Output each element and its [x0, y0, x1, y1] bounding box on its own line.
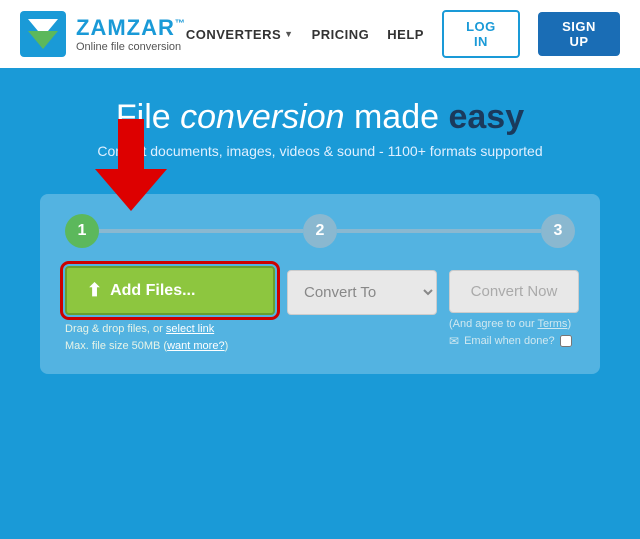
logo-name: ZAMZAR™ [76, 15, 186, 41]
step-2-box: Convert To [287, 266, 437, 315]
step-line-2 [337, 229, 541, 233]
signup-button[interactable]: SIGN UP [538, 12, 620, 56]
email-row: ✉ Email when done? [449, 334, 572, 348]
steps-content: ⬆ Add Files... Drag & drop files, or sel… [65, 266, 575, 354]
step-1-circle: 1 [65, 214, 99, 248]
step-3-circle: 3 [541, 214, 575, 248]
login-button[interactable]: LOG IN [442, 10, 520, 58]
logo-text: ZAMZAR™ Online file conversion [76, 15, 186, 53]
step-line-1 [99, 229, 303, 233]
nav-pricing-link[interactable]: PRICING [312, 27, 370, 42]
arrow-body [118, 119, 144, 169]
step-2-circle: 2 [303, 214, 337, 248]
zamzar-logo-icon [20, 11, 66, 57]
logo-area: ZAMZAR™ Online file conversion [20, 11, 186, 57]
terms-link[interactable]: Terms [537, 318, 567, 330]
nav-converters-link[interactable]: CONVERTERS ▼ [186, 27, 294, 42]
convert-to-select[interactable]: Convert To [287, 270, 437, 315]
email-when-done-label: Email when done? [464, 335, 555, 347]
nav-links: CONVERTERS ▼ PRICING HELP LOG IN SIGN UP [186, 10, 620, 58]
upload-icon: ⬆ [87, 280, 102, 301]
drag-drop-text: Drag & drop files, or select link Max. f… [65, 321, 228, 354]
chevron-down-icon: ▼ [284, 29, 293, 39]
logo-tagline: Online file conversion [76, 41, 186, 53]
arrow-head [95, 169, 167, 211]
red-arrow [95, 119, 167, 211]
select-link[interactable]: select link [166, 323, 214, 335]
email-checkbox[interactable] [560, 335, 572, 347]
want-more-link[interactable]: want more? [167, 340, 224, 352]
step-1-box: ⬆ Add Files... Drag & drop files, or sel… [65, 266, 275, 354]
convert-now-button[interactable]: Convert Now [449, 270, 579, 313]
step-3-box: Convert Now (And agree to our Terms) ✉ E… [449, 266, 579, 348]
converter-wrapper: 1 2 3 ⬆ Add Files... Drag & drop files, … [0, 194, 640, 374]
navbar: ZAMZAR™ Online file conversion CONVERTER… [0, 0, 640, 68]
email-icon: ✉ [449, 334, 459, 348]
agree-terms-text: (And agree to our Terms) [449, 318, 571, 330]
nav-help-link[interactable]: HELP [387, 27, 424, 42]
add-files-button[interactable]: ⬆ Add Files... [65, 266, 275, 315]
converter-panel: 1 2 3 ⬆ Add Files... Drag & drop files, … [40, 194, 600, 374]
steps-bar: 1 2 3 [65, 214, 575, 248]
